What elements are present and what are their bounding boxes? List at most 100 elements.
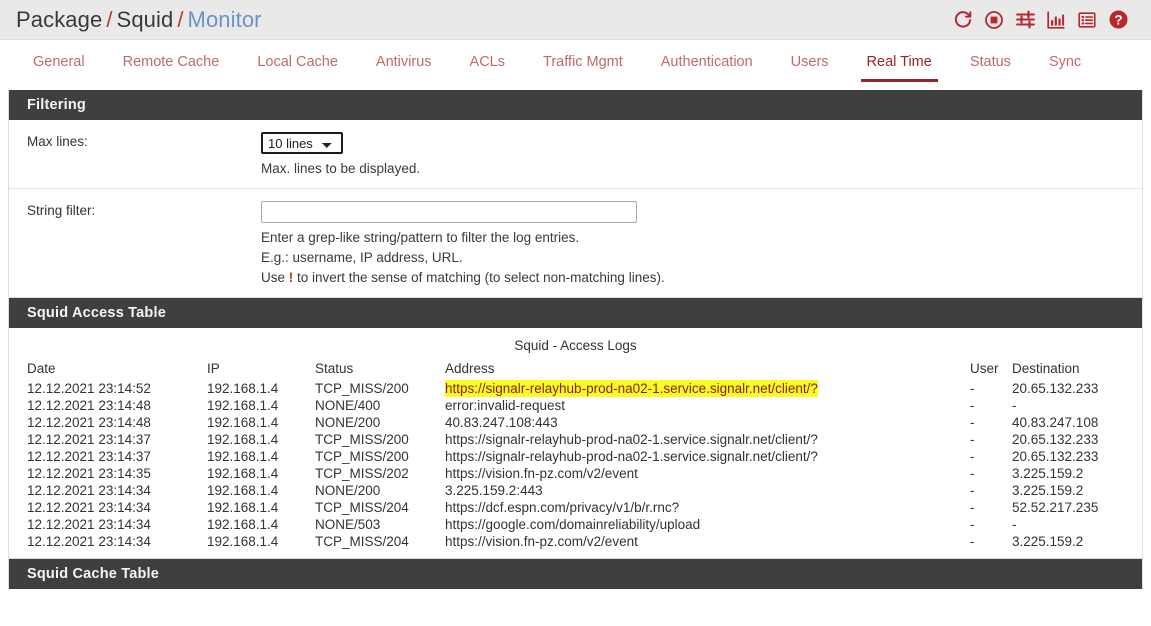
cell-date: 12.12.2021 23:14:48 bbox=[27, 398, 151, 413]
help-icon[interactable]: ? bbox=[1107, 9, 1129, 31]
access-logs-table: Date IP Status Address User Destination … bbox=[9, 361, 1142, 550]
list-icon[interactable] bbox=[1076, 9, 1098, 31]
tab-status[interactable]: Status bbox=[951, 40, 1030, 89]
cell-date: 12.12.2021 23:14:37 bbox=[27, 449, 151, 464]
breadcrumb-item-monitor[interactable]: Monitor bbox=[188, 7, 262, 32]
tab-general-label: General bbox=[33, 54, 85, 70]
tab-users[interactable]: Users bbox=[772, 40, 848, 89]
max-lines-help: Max. lines to be displayed. bbox=[261, 161, 421, 176]
breadcrumb-item-package[interactable]: Package bbox=[16, 7, 102, 32]
tab-remote-cache-label: Remote Cache bbox=[122, 54, 220, 70]
cell-destination: 40.83.247.108 bbox=[1012, 415, 1099, 430]
stop-icon[interactable] bbox=[983, 9, 1005, 31]
cell-date: 12.12.2021 23:14:34 bbox=[27, 517, 151, 532]
breadcrumb-separator-1: / bbox=[106, 6, 113, 32]
cell-address: error:invalid-request bbox=[445, 398, 566, 413]
col-header-status: Status bbox=[315, 361, 354, 376]
tab-general[interactable]: General bbox=[14, 40, 104, 89]
filtering-panel-heading: Filtering bbox=[9, 90, 1142, 120]
cell-ip: 192.168.1.4 bbox=[207, 381, 279, 396]
table-row: 12.12.2021 23:14:37 192.168.1.4 TCP_MISS/2… bbox=[9, 448, 1142, 465]
tab-local-cache[interactable]: Local Cache bbox=[238, 40, 357, 89]
table-row: 12.12.2021 23:14:34 192.168.1.4 NONE/503 ht… bbox=[9, 516, 1142, 533]
tab-authentication[interactable]: Authentication bbox=[642, 40, 772, 89]
access-logs-header-row: Date IP Status Address User Destination bbox=[9, 361, 1142, 380]
cell-status: NONE/400 bbox=[315, 398, 381, 413]
cell-status: TCP_MISS/202 bbox=[315, 466, 409, 481]
cell-ip: 192.168.1.4 bbox=[207, 534, 279, 549]
squid-access-panel: Squid Access Table Squid - Access Logs D… bbox=[8, 298, 1143, 559]
tab-antivirus-label: Antivirus bbox=[375, 54, 432, 70]
squid-access-table-heading: Squid Access Table bbox=[9, 298, 1142, 328]
tab-sync[interactable]: Sync bbox=[1030, 40, 1100, 89]
cell-status: NONE/200 bbox=[315, 483, 381, 498]
chart-icon[interactable] bbox=[1045, 9, 1067, 31]
string-filter-input[interactable] bbox=[261, 201, 637, 223]
cell-date: 12.12.2021 23:14:34 bbox=[27, 483, 151, 498]
table-row: 12.12.2021 23:14:52 192.168.1.4 TCP_MISS/2… bbox=[9, 380, 1142, 397]
cell-user: - bbox=[970, 500, 975, 515]
refresh-icon[interactable] bbox=[952, 9, 974, 31]
cell-date: 12.12.2021 23:14:35 bbox=[27, 466, 151, 481]
cell-destination: 20.65.132.233 bbox=[1012, 449, 1099, 464]
cell-status: TCP_MISS/204 bbox=[315, 534, 409, 549]
cell-user: - bbox=[970, 381, 975, 396]
string-filter-help-1: Enter a grep-like string/pattern to filt… bbox=[261, 230, 580, 245]
max-lines-control: 10 lines20 lines50 lines100 lines200 lin… bbox=[261, 132, 1142, 178]
cell-address: 3.225.159.2:443 bbox=[445, 483, 543, 498]
cell-address: https://vision.fn-pz.com/v2/event bbox=[445, 466, 638, 481]
cell-destination: 3.225.159.2 bbox=[1012, 534, 1084, 549]
cell-destination: 3.225.159.2 bbox=[1012, 483, 1084, 498]
cell-status: NONE/200 bbox=[315, 415, 381, 430]
svg-text:?: ? bbox=[1114, 12, 1122, 27]
cell-address: 40.83.247.108:443 bbox=[445, 415, 558, 430]
squid-cache-table-heading: Squid Cache Table bbox=[8, 559, 1143, 589]
table-row: 12.12.2021 23:14:37 192.168.1.4 TCP_MISS/2… bbox=[9, 431, 1142, 448]
cell-ip: 192.168.1.4 bbox=[207, 500, 279, 515]
cell-address: https://signalr-relayhub-prod-na02-1.ser… bbox=[445, 449, 818, 464]
tab-traffic-mgmt[interactable]: Traffic Mgmt bbox=[524, 40, 642, 89]
cell-user: - bbox=[970, 398, 975, 413]
max-lines-select[interactable]: 10 lines20 lines50 lines100 lines200 lin… bbox=[261, 132, 343, 154]
tab-real-time-label: Real Time bbox=[866, 54, 932, 70]
table-row: 12.12.2021 23:14:34 192.168.1.4 TCP_MISS/2… bbox=[9, 499, 1142, 516]
cell-date: 12.12.2021 23:14:48 bbox=[27, 415, 151, 430]
tab-antivirus[interactable]: Antivirus bbox=[357, 40, 451, 89]
col-header-destination: Destination bbox=[1012, 361, 1080, 376]
cell-ip: 192.168.1.4 bbox=[207, 398, 279, 413]
access-logs-caption: Squid - Access Logs bbox=[514, 338, 637, 353]
cell-date: 12.12.2021 23:14:52 bbox=[27, 381, 151, 396]
cell-destination: 20.65.132.233 bbox=[1012, 432, 1099, 447]
string-filter-help-3-post: to invert the sense of matching (to sele… bbox=[293, 270, 665, 285]
cell-user: - bbox=[970, 415, 975, 430]
access-logs-thead: Date IP Status Address User Destination bbox=[9, 361, 1142, 380]
tab-remote-cache[interactable]: Remote Cache bbox=[104, 40, 239, 89]
table-row: 12.12.2021 23:14:48 192.168.1.4 NONE/400 er… bbox=[9, 397, 1142, 414]
cell-user: - bbox=[970, 517, 975, 532]
access-logs-wrap: Squid - Access Logs Date IP Status Addre… bbox=[9, 328, 1142, 558]
access-logs-tbody: 12.12.2021 23:14:52 192.168.1.4 TCP_MISS/2… bbox=[9, 380, 1142, 550]
breadcrumb: Package / Squid / Monitor bbox=[16, 7, 262, 33]
sliders-icon[interactable] bbox=[1014, 9, 1036, 31]
string-filter-help-3-pre: Use bbox=[261, 270, 289, 285]
cell-address: https://vision.fn-pz.com/v2/event bbox=[445, 534, 638, 549]
col-header-address: Address bbox=[445, 361, 495, 376]
cell-user: - bbox=[970, 483, 975, 498]
top-breadcrumb-bar: Package / Squid / Monitor ? bbox=[0, 0, 1151, 40]
tab-real-time[interactable]: Real Time bbox=[848, 40, 951, 89]
tab-status-label: Status bbox=[969, 54, 1011, 70]
cell-destination: 3.225.159.2 bbox=[1012, 466, 1084, 481]
breadcrumb-item-squid[interactable]: Squid bbox=[117, 7, 174, 32]
col-header-ip: IP bbox=[207, 361, 220, 376]
col-header-user: User bbox=[970, 361, 999, 376]
cell-ip: 192.168.1.4 bbox=[207, 415, 279, 430]
cell-address: https://google.com/domainreliability/upl… bbox=[445, 517, 701, 532]
cell-destination: - bbox=[1012, 398, 1017, 413]
string-filter-label: String filter: bbox=[27, 203, 96, 218]
cell-address: https://signalr-relayhub-prod-na02-1.ser… bbox=[445, 380, 970, 397]
tab-acls[interactable]: ACLs bbox=[451, 40, 524, 89]
max-lines-label: Max lines: bbox=[27, 134, 88, 149]
cell-ip: 192.168.1.4 bbox=[207, 466, 279, 481]
cell-ip: 192.168.1.4 bbox=[207, 517, 279, 532]
cell-address: https://signalr-relayhub-prod-na02-1.ser… bbox=[445, 432, 818, 447]
